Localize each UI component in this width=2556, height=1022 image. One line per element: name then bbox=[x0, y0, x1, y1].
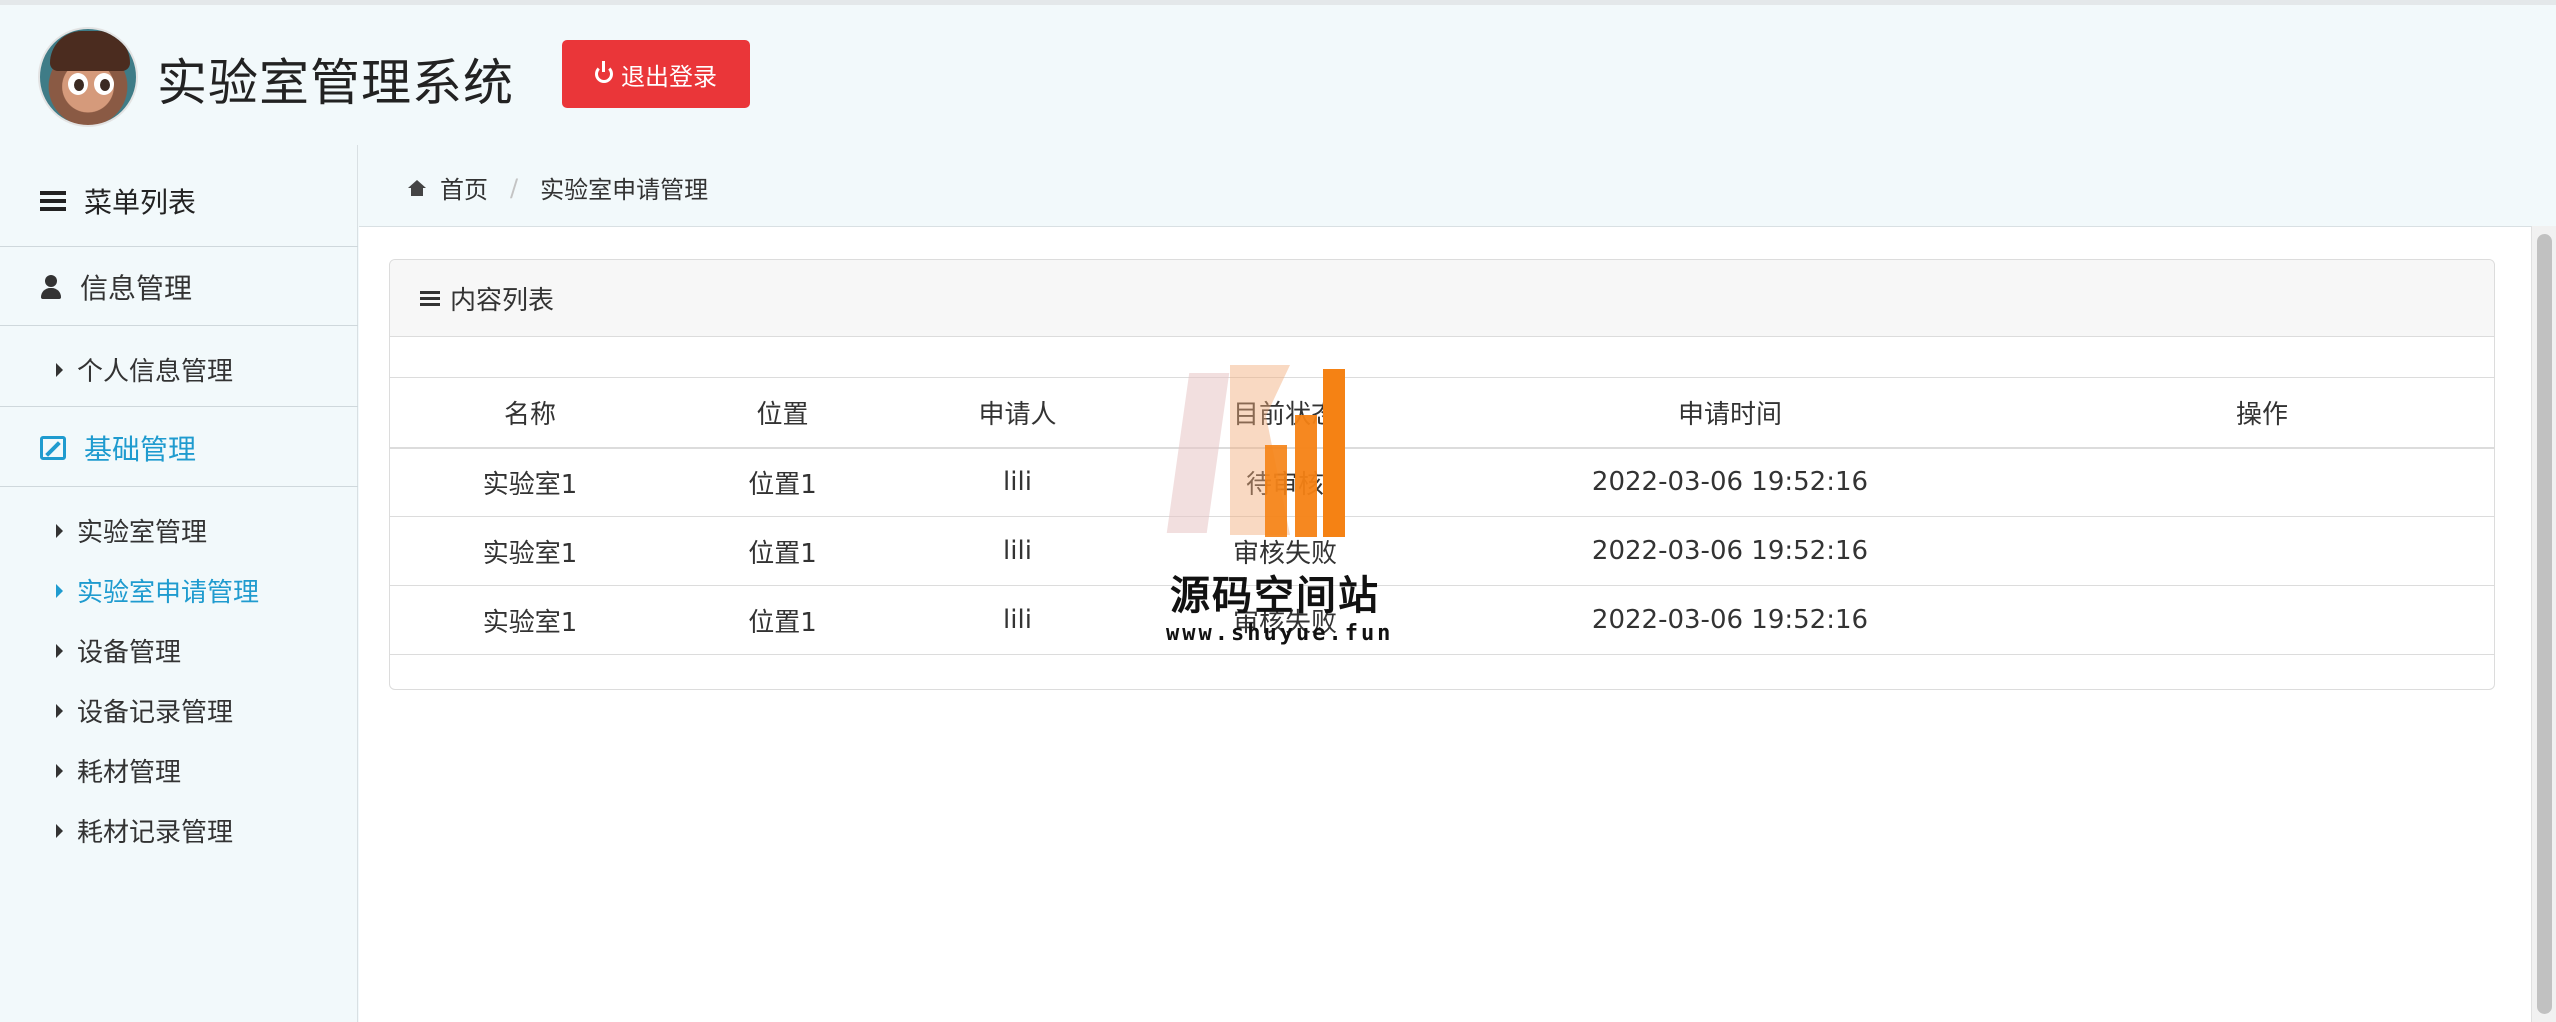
caret-right-icon bbox=[56, 763, 63, 778]
sidebar-item-personal-info[interactable]: 个人信息管理 bbox=[56, 351, 233, 388]
breadcrumb-current: 实验室申请管理 bbox=[540, 176, 709, 204]
column-header: 申请人 bbox=[895, 377, 1140, 449]
cell-name: 实验室1 bbox=[390, 585, 670, 655]
main-content: 内容列表 名称 位置 申请人 目前状态 申请时间 操作 实验室1 位置1 lil… bbox=[359, 226, 2531, 1022]
home-icon bbox=[408, 179, 426, 196]
cell-time: 2022-03-06 19:52:16 bbox=[1430, 516, 2030, 586]
cell-location: 位置1 bbox=[670, 516, 895, 586]
table-header-row: 名称 位置 申请人 目前状态 申请时间 操作 bbox=[390, 377, 2494, 449]
system-title: 实验室管理系统 bbox=[157, 54, 514, 112]
watermark-url: www.shuyue.fun bbox=[1166, 621, 1394, 646]
sidebar-item-equipment-record[interactable]: 设备记录管理 bbox=[56, 692, 233, 729]
header: 实验室管理系统 退出登录 bbox=[0, 5, 2556, 145]
logout-button[interactable]: 退出登录 bbox=[562, 40, 750, 108]
cell-time: 2022-03-06 19:52:16 bbox=[1430, 585, 2030, 655]
watermark-logo-bar bbox=[1323, 369, 1345, 537]
caret-right-icon bbox=[56, 583, 63, 598]
cell-time: 2022-03-06 19:52:16 bbox=[1430, 447, 2030, 517]
divider bbox=[0, 406, 358, 407]
cell-actions bbox=[2030, 516, 2494, 586]
breadcrumb-home[interactable]: 首页 bbox=[440, 170, 488, 205]
cell-applicant: lili bbox=[895, 447, 1140, 517]
table-row: 实验室1 位置1 lili 审核失败 2022-03-06 19:52:16 bbox=[390, 585, 2494, 655]
cell-applicant: lili bbox=[895, 516, 1140, 586]
breadcrumb-separator: / bbox=[510, 173, 519, 202]
menu-title: 菜单列表 bbox=[40, 181, 196, 221]
watermark-logo-shape bbox=[1166, 373, 1230, 533]
sidebar-item-lab[interactable]: 实验室管理 bbox=[56, 512, 207, 549]
column-header: 操作 bbox=[2030, 377, 2494, 449]
cell-actions bbox=[2030, 585, 2494, 655]
sidebar-item-consumables-record[interactable]: 耗材记录管理 bbox=[56, 812, 233, 849]
column-header: 名称 bbox=[390, 377, 670, 449]
cell-name: 实验室1 bbox=[390, 447, 670, 517]
caret-right-icon bbox=[56, 643, 63, 658]
power-icon bbox=[595, 61, 613, 83]
cell-name: 实验室1 bbox=[390, 516, 670, 586]
data-table: 名称 位置 申请人 目前状态 申请时间 操作 实验室1 位置1 lili 待审核… bbox=[390, 377, 2494, 655]
scrollbar-thumb[interactable] bbox=[2537, 234, 2552, 1014]
watermark: 源码空间站 www.shuyue.fun bbox=[1160, 365, 1400, 655]
watermark-logo-bar bbox=[1295, 415, 1317, 537]
sidebar-group-info[interactable]: 信息管理 bbox=[40, 267, 192, 307]
user-icon bbox=[40, 275, 62, 299]
panel-header: 内容列表 bbox=[390, 260, 2494, 337]
cell-location: 位置1 bbox=[670, 447, 895, 517]
sidebar-item-consumables[interactable]: 耗材管理 bbox=[56, 752, 181, 789]
cell-actions bbox=[2030, 447, 2494, 517]
table-row: 实验室1 位置1 lili 审核失败 2022-03-06 19:52:16 bbox=[390, 516, 2494, 586]
divider bbox=[0, 246, 358, 247]
edit-icon bbox=[40, 436, 66, 460]
content-panel: 内容列表 名称 位置 申请人 目前状态 申请时间 操作 实验室1 位置1 lil… bbox=[389, 259, 2495, 690]
vertical-scrollbar[interactable] bbox=[2531, 226, 2556, 1022]
cell-location: 位置1 bbox=[670, 585, 895, 655]
caret-right-icon bbox=[56, 523, 63, 538]
panel-title: 内容列表 bbox=[450, 285, 555, 316]
logout-label: 退出登录 bbox=[621, 62, 717, 91]
caret-right-icon bbox=[56, 823, 63, 838]
watermark-name: 源码空间站 bbox=[1170, 573, 1380, 619]
divider bbox=[0, 486, 358, 487]
watermark-logo-bar bbox=[1265, 445, 1287, 537]
sidebar-item-equipment[interactable]: 设备管理 bbox=[56, 632, 181, 669]
list-icon bbox=[40, 191, 66, 211]
sidebar-group-basic[interactable]: 基础管理 bbox=[40, 428, 196, 468]
sidebar-item-lab-application[interactable]: 实验室申请管理 bbox=[56, 572, 259, 609]
sidebar: 菜单列表 信息管理 个人信息管理 基础管理 实验室管理 实验室申请管理 设备管理… bbox=[0, 145, 358, 1022]
caret-right-icon bbox=[56, 703, 63, 718]
breadcrumb: 首页 / 实验室申请管理 bbox=[408, 170, 708, 205]
column-header: 位置 bbox=[670, 377, 895, 449]
bars-icon bbox=[420, 289, 440, 307]
avatar bbox=[38, 27, 138, 127]
table-row: 实验室1 位置1 lili 待审核 2022-03-06 19:52:16 bbox=[390, 447, 2494, 517]
caret-right-icon bbox=[56, 362, 63, 377]
divider bbox=[0, 325, 358, 326]
cell-applicant: lili bbox=[895, 585, 1140, 655]
column-header: 申请时间 bbox=[1430, 377, 2030, 449]
